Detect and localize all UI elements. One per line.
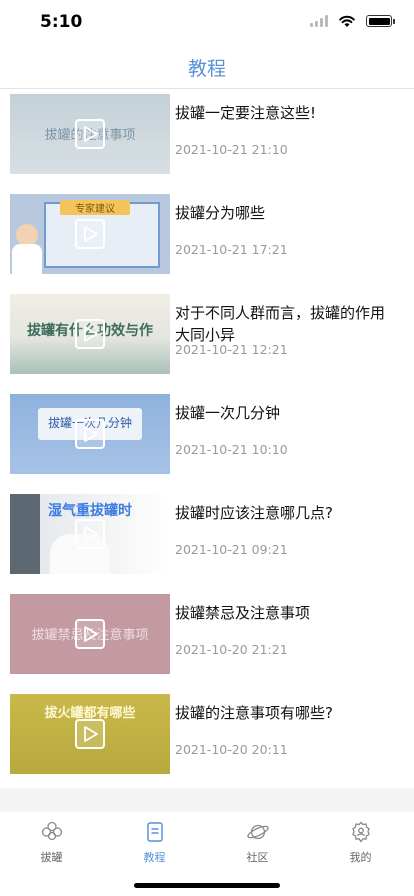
video-thumbnail[interactable]: 拔罐的注意事项 bbox=[10, 94, 170, 174]
thumbnail-caption: 专家建议 bbox=[60, 200, 130, 215]
book-icon bbox=[146, 822, 163, 842]
video-date: 2021-10-21 12:21 bbox=[175, 342, 288, 357]
video-date: 2021-10-20 21:21 bbox=[175, 642, 288, 657]
tab-label: 拔罐 bbox=[40, 851, 63, 864]
video-date: 2021-10-21 17:21 bbox=[175, 242, 288, 257]
play-icon[interactable] bbox=[75, 219, 105, 249]
video-list[interactable]: 拔罐的注意事项 拔罐一定要注意这些! 2021-10-21 21:10 专家建议… bbox=[0, 90, 414, 788]
video-item[interactable]: 湿气重拔罐时 拔罐时应该注意哪几点? 2021-10-21 09:21 bbox=[0, 490, 414, 590]
video-item[interactable]: 拔罐一次几分钟 拔罐一次几分钟 2021-10-21 10:10 bbox=[0, 390, 414, 490]
planet-icon bbox=[246, 824, 269, 840]
page-title: 教程 bbox=[187, 58, 226, 80]
nav-bar: 教程 bbox=[0, 44, 414, 89]
video-date: 2021-10-20 20:11 bbox=[175, 742, 288, 757]
flower-icon bbox=[41, 821, 62, 841]
play-icon[interactable] bbox=[75, 619, 105, 649]
user-gear-icon bbox=[351, 821, 370, 843]
video-thumbnail[interactable]: 拔罐有什么功效与作 bbox=[10, 294, 170, 374]
video-date: 2021-10-21 09:21 bbox=[175, 542, 288, 557]
video-thumbnail[interactable]: 拔罐一次几分钟 bbox=[10, 394, 170, 474]
video-title: 对于不同人群而言，拔罐的作用大同小异 bbox=[175, 304, 386, 344]
video-date: 2021-10-21 21:10 bbox=[175, 142, 288, 157]
video-title: 拔罐时应该注意哪几点? bbox=[175, 504, 333, 522]
signal-icon bbox=[310, 15, 328, 27]
video-date: 2021-10-21 10:10 bbox=[175, 442, 288, 457]
video-title: 拔罐禁忌及注意事项 bbox=[175, 604, 311, 622]
video-item[interactable]: 拔罐有什么功效与作 对于不同人群而言，拔罐的作用大同小异 2021-10-21 … bbox=[0, 290, 414, 390]
home-indicator bbox=[134, 883, 280, 888]
tab-label: 社区 bbox=[246, 851, 269, 864]
battery-icon bbox=[366, 15, 395, 27]
wifi-icon bbox=[339, 15, 355, 27]
video-thumbnail[interactable]: 拔火罐都有哪些 bbox=[10, 694, 170, 774]
thumbnail-caption: 湿气重拔罐时 bbox=[48, 503, 132, 519]
video-title: 拔罐一定要注意这些! bbox=[175, 104, 317, 122]
status-bar: 5:10 bbox=[0, 0, 414, 44]
tab-label: 我的 bbox=[349, 851, 372, 864]
play-icon[interactable] bbox=[75, 719, 105, 749]
play-icon[interactable] bbox=[75, 419, 105, 449]
video-item[interactable]: 拔罐的注意事项 拔罐一定要注意这些! 2021-10-21 21:10 bbox=[0, 90, 414, 190]
cartoon-doctor-body bbox=[12, 244, 42, 274]
play-icon[interactable] bbox=[75, 119, 105, 149]
status-icons bbox=[310, 14, 395, 28]
play-icon[interactable] bbox=[75, 319, 105, 349]
tab-community[interactable]: 社区 bbox=[206, 820, 309, 870]
video-item[interactable]: 拔罐禁忌及注意事项 拔罐禁忌及注意事项 2021-10-20 21:21 bbox=[0, 590, 414, 690]
status-time: 5:10 bbox=[40, 12, 83, 32]
video-thumbnail[interactable]: 拔罐禁忌及注意事项 bbox=[10, 594, 170, 674]
tab-baguan[interactable]: 拔罐 bbox=[0, 820, 103, 870]
video-title: 拔罐分为哪些 bbox=[175, 204, 266, 222]
tab-tutorial[interactable]: 教程 bbox=[103, 820, 206, 870]
cartoon-doctor-head bbox=[16, 224, 38, 246]
list-footer-spacer bbox=[0, 788, 414, 812]
video-title: 拔罐的注意事项有哪些? bbox=[175, 704, 333, 722]
tab-label: 教程 bbox=[143, 851, 166, 864]
tab-bar: 拔罐 教程 社区 我的 bbox=[0, 812, 414, 896]
tab-mine[interactable]: 我的 bbox=[309, 820, 412, 870]
video-item[interactable]: 拔火罐都有哪些 拔罐的注意事项有哪些? 2021-10-20 20:11 bbox=[0, 690, 414, 788]
video-title: 拔罐一次几分钟 bbox=[175, 404, 281, 422]
video-item[interactable]: 专家建议 拔罐分为哪些 2021-10-21 17:21 bbox=[0, 190, 414, 290]
video-thumbnail[interactable]: 湿气重拔罐时 bbox=[10, 494, 170, 574]
play-icon[interactable] bbox=[75, 519, 105, 549]
video-thumbnail[interactable]: 专家建议 bbox=[10, 194, 170, 274]
